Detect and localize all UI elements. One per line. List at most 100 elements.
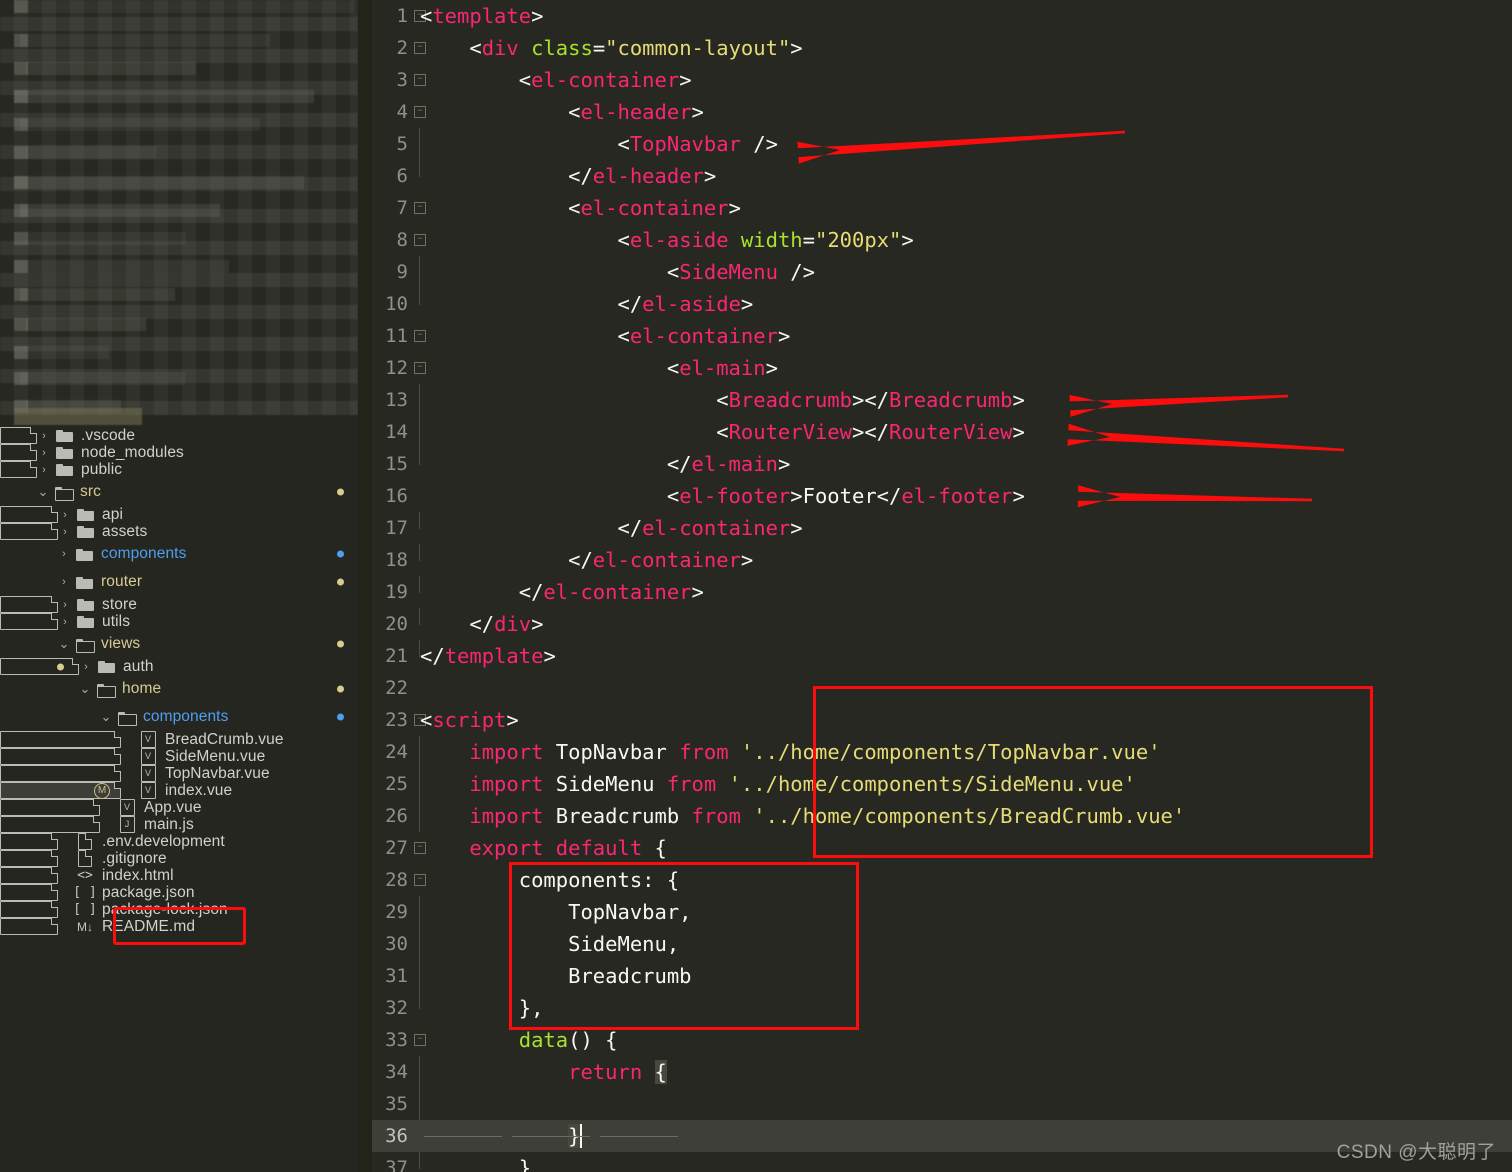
tree-item-label: SideMenu.vue [165,747,266,765]
chevron-right-icon[interactable]: › [36,430,52,442]
code-line-17[interactable]: 17 </el-container> [372,512,1512,544]
code-line-31[interactable]: 31 Breadcrumb [372,960,1512,992]
sidebar-editor-divider [358,0,372,1172]
code-line-6[interactable]: 6 </el-header> [372,160,1512,192]
code-line-1[interactable]: 1− <template> [372,0,1512,32]
code-line-27[interactable]: 27− export default { [372,832,1512,864]
code-line-11[interactable]: 11− <el-container> [372,320,1512,352]
tree-item-components[interactable]: › components [0,540,358,568]
chevron-right-icon[interactable]: › [56,576,72,588]
vscode-window: › .vscode › node_modules › public ⌄ src › api › ass… [0,0,1512,1172]
file-explorer-sidebar[interactable]: › .vscode › node_modules › public ⌄ src › api › ass… [0,0,358,1172]
code-line-3[interactable]: 3− <el-container> [372,64,1512,96]
tree-item-breadcrumb-vue[interactable]: V BreadCrumb.vue [0,731,283,748]
line-number: 18 [385,549,408,571]
tree-item-label: TopNavbar.vue [165,764,270,782]
tree-item-app-vue[interactable]: V App.vue [0,799,201,816]
chevron-right-icon[interactable]: › [57,599,73,611]
code-line-22[interactable]: 22 [372,672,1512,704]
chevron-right-icon[interactable]: › [36,447,52,459]
tree-item-store[interactable]: › store [0,596,137,613]
code-line-8[interactable]: 8− <el-aside width="200px"> [372,224,1512,256]
chevron-right-icon[interactable]: › [78,661,94,673]
code-text: <el-header> [420,100,704,124]
file-tree[interactable]: › .vscode › node_modules › public ⌄ src › api › ass… [0,0,358,935]
code-line-32[interactable]: 32 }, [372,992,1512,1024]
tree-item-package-lock-json[interactable]: [ ] package-lock.json [0,901,228,918]
code-line-16[interactable]: 16 <el-footer>Footer</el-footer> [372,480,1512,512]
tree-item-label: .gitignore [102,849,167,867]
code-line-7[interactable]: 7− <el-container> [372,192,1512,224]
code-line-9[interactable]: 9 <SideMenu /> [372,256,1512,288]
tree-item-router[interactable]: › router [0,568,358,596]
tree-item-auth[interactable]: › auth [0,658,153,675]
code-line-34[interactable]: 34 return { [372,1056,1512,1088]
chevron-down-icon[interactable]: ⌄ [56,637,72,650]
code-line-20[interactable]: 20 </div> [372,608,1512,640]
tree-item-label: README.md [102,917,196,935]
editor-lines[interactable]: 1− <template> 2− <div class="common-layout… [372,0,1512,1172]
code-line-4[interactable]: 4− <el-header> [372,96,1512,128]
folder-open-icon [74,638,95,653]
code-line-23[interactable]: 23− <script> [372,704,1512,736]
whitespace-guide [424,1136,502,1137]
code-line-25[interactable]: 25 import SideMenu from '../home/compone… [372,768,1512,800]
tree-item-components[interactable]: ⌄ components [0,703,358,731]
chevron-right-icon[interactable]: › [57,509,73,521]
tree-item-src[interactable]: ⌄ src [0,478,358,506]
tree-item-utils[interactable]: › utils [0,613,130,630]
code-editor[interactable]: 1− <template> 2− <div class="common-layout… [372,0,1512,1172]
tree-item-package-json[interactable]: [ ] package.json [0,884,194,901]
code-line-14[interactable]: 14 <RouterView></RouterView> [372,416,1512,448]
code-line-26[interactable]: 26 import Breadcrumb from '../home/compo… [372,800,1512,832]
code-line-33[interactable]: 33− data() { [372,1024,1512,1056]
code-line-10[interactable]: 10 </el-aside> [372,288,1512,320]
tree-item-home[interactable]: ⌄ home [0,675,358,703]
chevron-down-icon[interactable]: ⌄ [98,710,114,723]
code-line-18[interactable]: 18 </el-container> [372,544,1512,576]
code-text: return { [568,1060,667,1084]
code-line-35[interactable]: 35 [372,1088,1512,1120]
tree-item-views[interactable]: ⌄ views [0,630,358,658]
tree-item-index-vue[interactable]: Vindex.vue M [0,782,232,799]
folder-icon [75,508,95,521]
chevron-right-icon[interactable]: › [56,548,72,560]
tree-item-main-js[interactable]: Jmain.js [0,816,194,833]
code-line-5[interactable]: 5 <TopNavbar /> [372,128,1512,160]
chevron-down-icon[interactable]: ⌄ [77,682,93,695]
tree-item-node-modules[interactable]: › node_modules [0,444,184,461]
tree-item-env-development[interactable]: .env.development [0,833,225,850]
code-line-28[interactable]: 28− components: { [372,864,1512,896]
fold-guide-line [419,1088,420,1120]
code-line-13[interactable]: 13 <Breadcrumb></Breadcrumb> [372,384,1512,416]
tree-item-label: views [101,635,141,652]
chevron-right-icon[interactable]: › [57,616,73,628]
tree-item-sidemenu-vue[interactable]: V SideMenu.vue [0,748,265,765]
tree-item-assets[interactable]: › assets [0,523,147,540]
code-line-19[interactable]: 19 </el-container> [372,576,1512,608]
code-line-24[interactable]: 24 import TopNavbar from '../home/compon… [372,736,1512,768]
folder-icon [74,548,94,561]
code-line-30[interactable]: 30 SideMenu, [372,928,1512,960]
code-text: <script> [420,708,519,732]
code-text: </el-aside> [420,292,754,316]
folder-icon [75,598,95,611]
code-line-15[interactable]: 15 </el-main> [372,448,1512,480]
code-line-2[interactable]: 2− <div class="common-layout"> [372,32,1512,64]
tree-item-topnavbar-vue[interactable]: V TopNavbar.vue [0,765,270,782]
code-text: import TopNavbar from '../home/component… [469,740,1161,764]
chevron-down-icon[interactable]: ⌄ [35,485,51,498]
code-line-21[interactable]: 21 </template> [372,640,1512,672]
chevron-right-icon[interactable]: › [36,464,52,476]
tree-item-vscode[interactable]: › .vscode [0,427,135,444]
tree-item-readme-md[interactable]: M↓ README.md [0,918,195,935]
code-line-29[interactable]: 29 TopNavbar, [372,896,1512,928]
code-text: <div class="common-layout"> [420,36,803,60]
chevron-right-icon[interactable]: › [57,526,73,538]
code-line-12[interactable]: 12− <el-main> [372,352,1512,384]
tree-item-public[interactable]: › public [0,461,122,478]
tree-item-index-html[interactable]: <> index.html [0,867,174,884]
line-number: 4 [396,101,408,123]
tree-item-api[interactable]: › api [0,506,123,523]
tree-item-gitignore[interactable]: .gitignore [0,850,167,867]
